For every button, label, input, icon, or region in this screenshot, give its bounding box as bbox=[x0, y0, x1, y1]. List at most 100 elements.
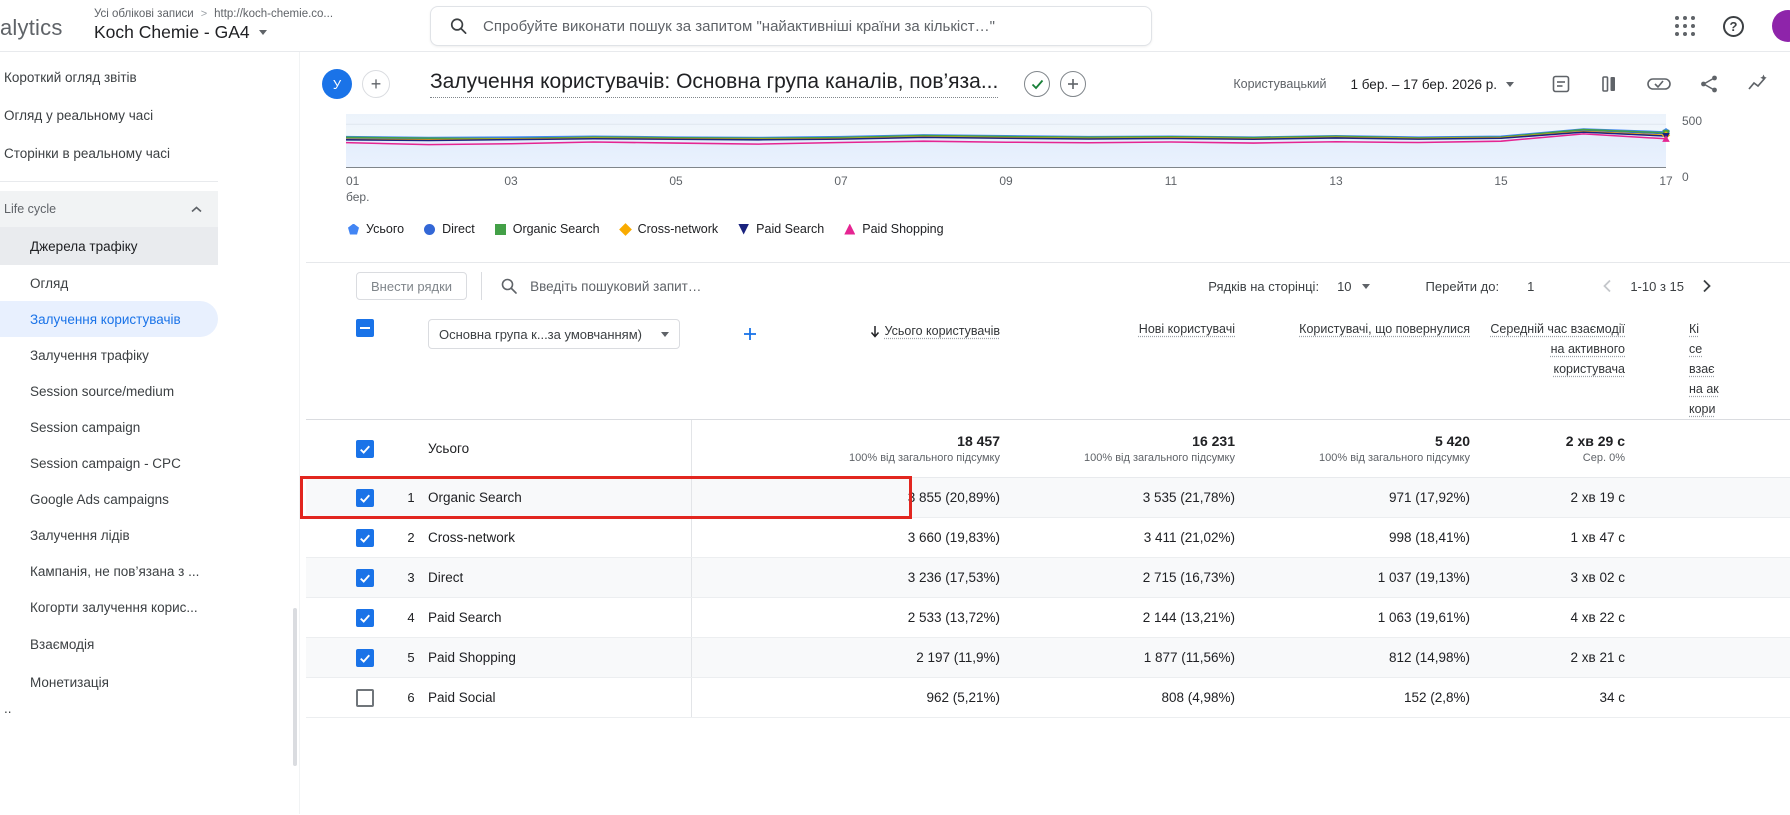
table-row[interactable]: 4 Paid Search 2 533 (13,72%) 2 144 (13,2… bbox=[306, 598, 1790, 638]
legend-item-direct[interactable]: Direct bbox=[424, 222, 475, 236]
y-axis-tick-0: 0 bbox=[1682, 170, 1689, 184]
row-checkbox[interactable] bbox=[356, 608, 374, 627]
table-search[interactable] bbox=[500, 277, 751, 295]
series-marker-icon bbox=[494, 223, 506, 235]
apply-filter-icon[interactable] bbox=[1646, 73, 1672, 95]
sidebar-item-realtime-overview[interactable]: Огляд у реальному часі bbox=[0, 96, 218, 134]
sidebar-item-overview[interactable]: Огляд bbox=[0, 265, 218, 301]
breadcrumb[interactable]: Усі облікові записи > http://koch-chemie… bbox=[94, 8, 333, 20]
line-chart-canvas[interactable] bbox=[345, 114, 1671, 167]
sidebar-topic-monetization[interactable]: Монетизація bbox=[0, 663, 218, 701]
insights-icon[interactable] bbox=[1746, 73, 1768, 95]
date-range-picker[interactable]: 1 бер. – 17 бер. 2026 р. bbox=[1350, 77, 1514, 92]
column-header-avg-engagement-time[interactable]: Середній час взаємодії на активного кори… bbox=[1486, 319, 1641, 419]
property-name[interactable]: Koch Chemie - GA4 bbox=[94, 22, 250, 43]
row-checkbox[interactable] bbox=[356, 528, 374, 547]
sidebar-item-user-acquisition-cohorts[interactable]: Когорти залучення корис... bbox=[0, 589, 218, 625]
row-checkbox[interactable] bbox=[356, 648, 374, 667]
rows-per-page-select[interactable]: 10 bbox=[1337, 279, 1370, 294]
import-rows-button[interactable]: Внести рядки bbox=[356, 272, 468, 300]
sidebar-item-session-campaign-cpc[interactable]: Session campaign - CPC bbox=[0, 445, 218, 481]
legend-item-cross-network[interactable]: Cross-network bbox=[618, 222, 718, 236]
column-header-new-users[interactable]: Нові користувачі bbox=[1016, 319, 1251, 419]
column-header-returning-users[interactable]: Користувачі, що повернулися bbox=[1251, 319, 1486, 419]
comparison-columns-icon[interactable] bbox=[1598, 73, 1620, 95]
row-checkbox[interactable] bbox=[356, 688, 374, 707]
sidebar-section-life-cycle[interactable]: Life cycle bbox=[0, 191, 218, 227]
add-report-button[interactable] bbox=[1060, 71, 1087, 97]
cell-users: 3 236 (17,53%) bbox=[691, 558, 1016, 597]
next-page-button[interactable] bbox=[1696, 276, 1716, 296]
section-label: Life cycle bbox=[4, 202, 57, 216]
cell-avg-time: 2 хв 19 с bbox=[1570, 490, 1625, 505]
series-marker-icon bbox=[618, 222, 632, 236]
legend-item-paid-search[interactable]: Paid Search bbox=[738, 222, 824, 236]
table-row[interactable]: 1 Organic Search 3 855 (20,89%) 3 535 (2… bbox=[300, 476, 1790, 519]
row-number: 5 bbox=[407, 650, 415, 665]
x-axis-tick: 11 bbox=[1164, 174, 1178, 188]
sidebar-item-lead-acquisition[interactable]: Залучення лідів bbox=[0, 517, 218, 553]
breadcrumb-property-url[interactable]: http://koch-chemie.co... bbox=[214, 8, 333, 20]
sidebar-item-google-ads-campaigns[interactable]: Google Ads campaigns bbox=[0, 481, 218, 517]
sidebar-item-session-campaign[interactable]: Session campaign bbox=[0, 409, 218, 445]
pagination-range: 1-10 з 15 bbox=[1630, 278, 1684, 294]
sidebar-item-reports-snapshot[interactable]: Короткий огляд звітів bbox=[0, 58, 218, 96]
legend-item-paid-shopping[interactable]: Paid Shopping bbox=[844, 222, 944, 236]
table-row[interactable]: 5 Paid Shopping 2 197 (11,9%) 1 877 (11,… bbox=[306, 638, 1790, 678]
help-icon[interactable]: ? bbox=[1723, 15, 1744, 37]
report-owner-avatar[interactable]: У bbox=[322, 69, 352, 99]
table-search-input[interactable] bbox=[530, 278, 751, 294]
cell-new-users: 808 (4,98%) bbox=[1161, 690, 1235, 705]
cell-avg-time: 2 хв 21 с bbox=[1570, 650, 1625, 665]
chevron-down-icon bbox=[661, 331, 669, 337]
legend-item-total[interactable]: Усього bbox=[348, 222, 404, 236]
sidebar-topic-traffic-sources[interactable]: Джерела трафіку bbox=[0, 227, 218, 265]
traffic-line-chart[interactable]: 500 0 bbox=[345, 114, 1702, 184]
sidebar-item-realtime-pages[interactable]: Сторінки в реальному часі bbox=[0, 134, 218, 172]
dimension-selector[interactable]: Основна група к...за умовчанням) bbox=[428, 319, 680, 349]
previous-page-button[interactable] bbox=[1598, 276, 1618, 296]
sidebar-item-partial[interactable]: .. bbox=[0, 701, 299, 731]
sidebar-item-unassigned-campaign[interactable]: Кампанія, не пов’язана з ... bbox=[0, 553, 218, 589]
table-row[interactable]: 2 Cross-network 3 660 (19,83%) 3 411 (21… bbox=[306, 518, 1790, 558]
sidebar-item-traffic-acquisition[interactable]: Залучення трафіку bbox=[0, 337, 218, 373]
table-row[interactable]: 3 Direct 3 236 (17,53%) 2 715 (16,73%) 1… bbox=[306, 558, 1790, 598]
row-checkbox[interactable] bbox=[356, 439, 374, 458]
report-header: У + Залучення користувачів: Основна груп… bbox=[300, 52, 1790, 110]
breadcrumb-accounts[interactable]: Усі облікові записи bbox=[94, 8, 194, 20]
channel-name: Organic Search bbox=[428, 490, 522, 505]
column-header-total-users[interactable]: Усього користувачів bbox=[870, 319, 1000, 341]
column-header-clipped[interactable]: Кі се взає на ак кори bbox=[1641, 319, 1790, 419]
global-search[interactable] bbox=[430, 6, 1152, 46]
legend-item-organic-search[interactable]: Organic Search bbox=[494, 222, 600, 236]
table-row[interactable]: 6 Paid Social 962 (5,21%) 808 (4,98%) 15… bbox=[306, 678, 1790, 718]
sidebar-topic-engagement[interactable]: Взаємодія bbox=[0, 625, 218, 663]
row-number: 2 bbox=[407, 530, 415, 545]
channel-name: Paid Shopping bbox=[428, 650, 516, 665]
add-collaborator-button[interactable]: + bbox=[362, 70, 390, 98]
go-to-page-input[interactable]: 1 bbox=[1527, 279, 1534, 294]
sidebar-item-session-source-medium[interactable]: Session source/medium bbox=[0, 373, 218, 409]
series-marker-icon bbox=[348, 223, 359, 235]
cell-new-users: 2 715 (16,73%) bbox=[1142, 570, 1235, 585]
cell-new-users: 1 877 (11,56%) bbox=[1143, 650, 1235, 665]
date-range-value[interactable]: 1 бер. – 17 бер. 2026 р. bbox=[1350, 77, 1497, 92]
report-saved-check-button[interactable] bbox=[1024, 71, 1051, 97]
property-selector[interactable]: Усі облікові записи > http://koch-chemie… bbox=[94, 8, 333, 43]
share-icon[interactable] bbox=[1698, 73, 1720, 95]
add-metric-icon[interactable] bbox=[743, 327, 757, 341]
cell-new-users: 2 144 (13,21%) bbox=[1142, 610, 1235, 625]
select-all-checkbox[interactable] bbox=[356, 319, 374, 337]
row-checkbox[interactable] bbox=[356, 488, 374, 507]
apps-grid-icon[interactable] bbox=[1675, 16, 1695, 36]
analytics-logo[interactable]: alytics bbox=[0, 11, 86, 41]
search-input[interactable] bbox=[483, 17, 1133, 35]
sidebar-scrollbar[interactable] bbox=[293, 608, 297, 766]
cell-returning: 1 037 (19,13%) bbox=[1377, 570, 1470, 585]
account-avatar[interactable] bbox=[1772, 10, 1790, 42]
row-checkbox[interactable] bbox=[356, 568, 374, 587]
series-marker-icon bbox=[424, 223, 436, 235]
notes-icon[interactable] bbox=[1550, 73, 1572, 95]
sidebar-item-user-acquisition[interactable]: Залучення користувачів bbox=[0, 301, 218, 337]
report-title[interactable]: Залучення користувачів: Основна група ка… bbox=[430, 70, 999, 98]
